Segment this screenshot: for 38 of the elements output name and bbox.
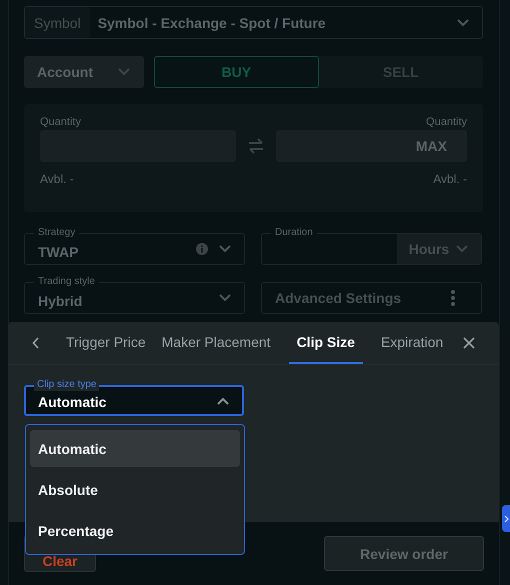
dropdown-option[interactable]: Percentage xyxy=(30,512,240,549)
more-icon xyxy=(451,290,455,306)
chevron-up-icon xyxy=(216,396,230,406)
available-text: Avbl. - xyxy=(40,172,74,186)
chevron-left-icon[interactable] xyxy=(32,337,40,349)
settings-tab[interactable]: Trigger Price xyxy=(58,322,154,364)
trading-style-label: Trading style xyxy=(34,276,99,288)
clip-size-type-label: Clip size type xyxy=(34,379,100,391)
max-button[interactable]: MAX xyxy=(410,137,453,155)
quantity-input[interactable]: MAX xyxy=(276,130,467,162)
clip-size-type-value: Automatic xyxy=(38,393,106,410)
settings-tab[interactable]: Maker Placement xyxy=(154,322,279,364)
info-icon xyxy=(196,243,208,255)
review-order-button[interactable]: Review order xyxy=(324,536,484,571)
expand-handle[interactable] xyxy=(502,505,510,532)
close-icon[interactable] xyxy=(463,337,476,349)
chevron-right-icon xyxy=(504,514,508,522)
quantity-label: Quantity xyxy=(40,116,81,128)
trading-style-value: Hybrid xyxy=(38,292,84,309)
dropdown-option[interactable]: Automatic xyxy=(30,430,240,467)
settings-tab[interactable]: Expiration xyxy=(372,322,452,364)
chevron-down-icon xyxy=(455,244,470,254)
chevron-down-icon xyxy=(117,67,131,77)
symbol-label: Symbol xyxy=(25,7,90,38)
chevron-down-icon xyxy=(218,244,232,254)
settings-tab[interactable]: Clip Size xyxy=(288,322,363,364)
advanced-settings-button[interactable]: Advanced Settings xyxy=(261,282,482,314)
symbol-value: Symbol - Exchange - Spot / Future xyxy=(96,14,327,30)
available-text: Avbl. - xyxy=(433,172,467,186)
chevron-down-icon xyxy=(456,18,470,28)
dropdown-option[interactable]: Absolute xyxy=(30,471,240,508)
symbol-select[interactable]: Symbol Symbol - Exchange - Spot / Future xyxy=(24,6,483,39)
account-select[interactable]: Account xyxy=(24,56,144,88)
chevron-down-icon xyxy=(218,293,232,303)
strategy-value: TWAP xyxy=(38,243,80,260)
strategy-label: Strategy xyxy=(34,227,80,239)
side-tab[interactable]: BUY xyxy=(154,56,318,88)
quantity-label: Quantity xyxy=(426,116,467,128)
